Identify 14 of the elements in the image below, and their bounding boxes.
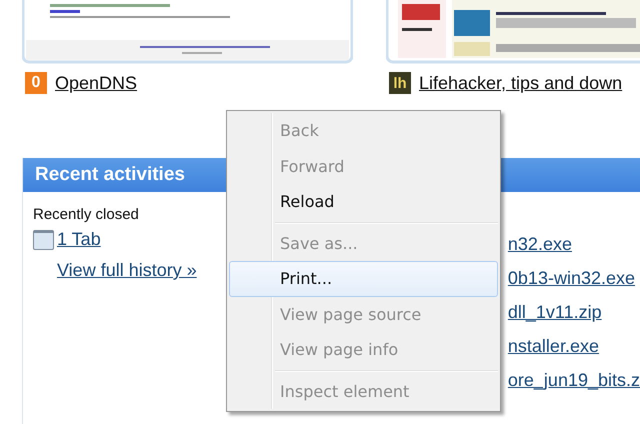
- history-link[interactable]: View full history »: [57, 260, 197, 280]
- menu-item[interactable]: Print...: [229, 261, 498, 296]
- site-logo-icon: 0: [25, 72, 47, 94]
- download-link[interactable]: n32.exe: [508, 234, 640, 255]
- download-link[interactable]: 0b13-win32.exe: [508, 268, 640, 289]
- site-logo-icon: lh: [389, 72, 411, 94]
- download-link[interactable]: ore_jun19_bits.z: [508, 370, 640, 391]
- section-heading: Recently closed: [33, 206, 140, 223]
- site-link[interactable]: OpenDNS: [55, 72, 138, 94]
- site-link[interactable]: Lifehacker, tips and down: [419, 72, 622, 94]
- download-link[interactable]: nstaller.exe: [508, 336, 640, 357]
- closed-tab-link[interactable]: 1 Tab: [57, 229, 101, 250]
- folder-icon: [33, 230, 54, 250]
- download-link[interactable]: dll_1v11.zip: [508, 302, 640, 323]
